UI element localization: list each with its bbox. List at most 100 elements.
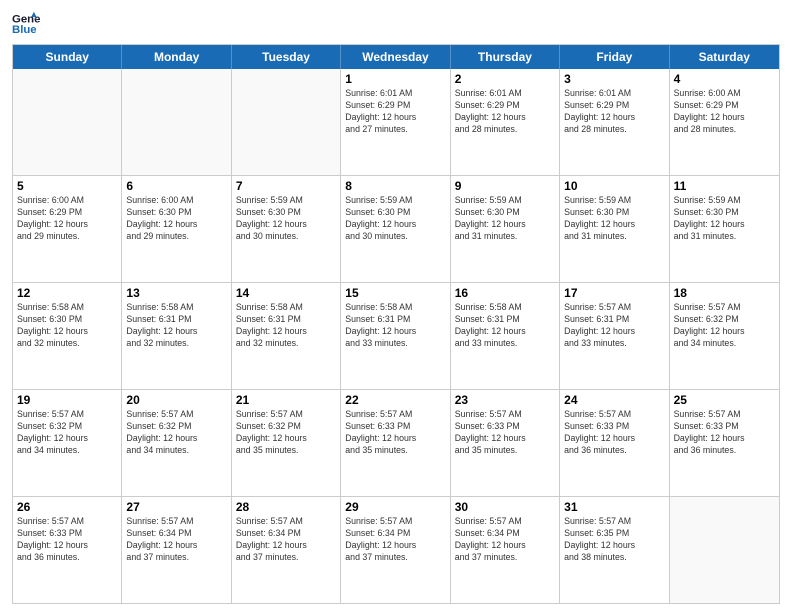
weekday-header-wednesday: Wednesday [341, 45, 450, 69]
calendar-cell: 19 Sunrise: 5:57 AM Sunset: 6:32 PM Dayli… [13, 390, 122, 496]
day-info: Sunrise: 6:00 AM Sunset: 6:30 PM Dayligh… [126, 195, 226, 243]
day-number: 4 [674, 72, 775, 86]
calendar-cell: 3 Sunrise: 6:01 AM Sunset: 6:29 PM Daylig… [560, 69, 669, 175]
calendar-cell: 12Sunrise: 5:58 AM Sunset: 6:30 PM Dayli… [13, 283, 122, 389]
day-number: 28 [236, 500, 336, 514]
day-number: 30 [455, 500, 555, 514]
day-number: 14 [236, 286, 336, 300]
day-info: Sunrise: 5:59 AM Sunset: 6:30 PM Dayligh… [674, 195, 775, 243]
calendar-cell: 8 Sunrise: 5:59 AM Sunset: 6:30 PM Daylig… [341, 176, 450, 282]
logo-icon: General Blue [12, 10, 40, 38]
weekday-header-thursday: Thursday [451, 45, 560, 69]
day-number: 23 [455, 393, 555, 407]
day-info: Sunrise: 6:01 AM Sunset: 6:29 PM Dayligh… [455, 88, 555, 136]
calendar-cell: 27 Sunrise: 5:57 AM Sunset: 6:34 PM Dayli… [122, 497, 231, 603]
day-number: 22 [345, 393, 445, 407]
day-info: Sunrise: 6:01 AM Sunset: 6:29 PM Dayligh… [345, 88, 445, 136]
day-number: 25 [674, 393, 775, 407]
day-number: 1 [345, 72, 445, 86]
day-number: 18 [674, 286, 775, 300]
calendar-cell: 11Sunrise: 5:59 AM Sunset: 6:30 PM Dayli… [670, 176, 779, 282]
weekday-header-tuesday: Tuesday [232, 45, 341, 69]
day-number: 24 [564, 393, 664, 407]
day-number: 12 [17, 286, 117, 300]
day-info: Sunrise: 5:59 AM Sunset: 6:30 PM Dayligh… [455, 195, 555, 243]
calendar-cell: 25 Sunrise: 5:57 AM Sunset: 6:33 PM Dayli… [670, 390, 779, 496]
day-info: Sunrise: 5:58 AM Sunset: 6:31 PM Dayligh… [455, 302, 555, 350]
day-info: Sunrise: 6:01 AM Sunset: 6:29 PM Dayligh… [564, 88, 664, 136]
day-number: 9 [455, 179, 555, 193]
day-info: Sunrise: 5:58 AM Sunset: 6:31 PM Dayligh… [236, 302, 336, 350]
day-number: 8 [345, 179, 445, 193]
day-info: Sunrise: 5:58 AM Sunset: 6:31 PM Dayligh… [345, 302, 445, 350]
day-number: 26 [17, 500, 117, 514]
calendar-row-4: 26 Sunrise: 5:57 AM Sunset: 6:33 PM Dayli… [13, 497, 779, 603]
day-info: Sunrise: 5:57 AM Sunset: 6:31 PM Dayligh… [564, 302, 664, 350]
day-info: Sunrise: 5:57 AM Sunset: 6:34 PM Dayligh… [455, 516, 555, 564]
svg-text:Blue: Blue [12, 24, 37, 36]
day-number: 2 [455, 72, 555, 86]
day-info: Sunrise: 5:59 AM Sunset: 6:30 PM Dayligh… [345, 195, 445, 243]
day-info: Sunrise: 5:57 AM Sunset: 6:33 PM Dayligh… [17, 516, 117, 564]
day-info: Sunrise: 5:57 AM Sunset: 6:34 PM Dayligh… [236, 516, 336, 564]
day-info: Sunrise: 5:57 AM Sunset: 6:33 PM Dayligh… [345, 409, 445, 457]
calendar-cell: 20 Sunrise: 5:57 AM Sunset: 6:32 PM Dayli… [122, 390, 231, 496]
calendar-cell: 18 Sunrise: 5:57 AM Sunset: 6:32 PM Dayli… [670, 283, 779, 389]
day-info: Sunrise: 5:59 AM Sunset: 6:30 PM Dayligh… [236, 195, 336, 243]
calendar-cell: 26 Sunrise: 5:57 AM Sunset: 6:33 PM Dayli… [13, 497, 122, 603]
day-number: 15 [345, 286, 445, 300]
calendar-cell: 21 Sunrise: 5:57 AM Sunset: 6:32 PM Dayli… [232, 390, 341, 496]
calendar-cell [13, 69, 122, 175]
weekday-header-friday: Friday [560, 45, 669, 69]
calendar-row-3: 19 Sunrise: 5:57 AM Sunset: 6:32 PM Dayli… [13, 390, 779, 497]
day-number: 3 [564, 72, 664, 86]
day-info: Sunrise: 5:57 AM Sunset: 6:32 PM Dayligh… [236, 409, 336, 457]
day-number: 29 [345, 500, 445, 514]
calendar-cell: 15 Sunrise: 5:58 AM Sunset: 6:31 PM Dayli… [341, 283, 450, 389]
calendar-cell [122, 69, 231, 175]
day-number: 10 [564, 179, 664, 193]
calendar-cell: 30 Sunrise: 5:57 AM Sunset: 6:34 PM Dayli… [451, 497, 560, 603]
day-number: 19 [17, 393, 117, 407]
day-info: Sunrise: 6:00 AM Sunset: 6:29 PM Dayligh… [674, 88, 775, 136]
day-info: Sunrise: 5:57 AM Sunset: 6:32 PM Dayligh… [17, 409, 117, 457]
calendar-row-1: 5 Sunrise: 6:00 AM Sunset: 6:29 PM Daylig… [13, 176, 779, 283]
calendar-cell [670, 497, 779, 603]
day-info: Sunrise: 5:57 AM Sunset: 6:33 PM Dayligh… [674, 409, 775, 457]
day-info: Sunrise: 6:00 AM Sunset: 6:29 PM Dayligh… [17, 195, 117, 243]
calendar-cell: 24 Sunrise: 5:57 AM Sunset: 6:33 PM Dayli… [560, 390, 669, 496]
calendar-cell: 5 Sunrise: 6:00 AM Sunset: 6:29 PM Daylig… [13, 176, 122, 282]
calendar-cell: 16 Sunrise: 5:58 AM Sunset: 6:31 PM Dayli… [451, 283, 560, 389]
calendar-cell: 2 Sunrise: 6:01 AM Sunset: 6:29 PM Daylig… [451, 69, 560, 175]
day-number: 27 [126, 500, 226, 514]
weekday-header-monday: Monday [122, 45, 231, 69]
calendar-body: 1 Sunrise: 6:01 AM Sunset: 6:29 PM Daylig… [13, 69, 779, 603]
weekday-header-sunday: Sunday [13, 45, 122, 69]
calendar-cell: 23Sunrise: 5:57 AM Sunset: 6:33 PM Dayli… [451, 390, 560, 496]
calendar-cell: 9 Sunrise: 5:59 AM Sunset: 6:30 PM Daylig… [451, 176, 560, 282]
day-info: Sunrise: 5:57 AM Sunset: 6:32 PM Dayligh… [126, 409, 226, 457]
page-header: General Blue [12, 10, 780, 38]
calendar-cell: 10 Sunrise: 5:59 AM Sunset: 6:30 PM Dayli… [560, 176, 669, 282]
day-info: Sunrise: 5:57 AM Sunset: 6:33 PM Dayligh… [564, 409, 664, 457]
calendar-cell: 14 Sunrise: 5:58 AM Sunset: 6:31 PM Dayli… [232, 283, 341, 389]
calendar-cell: 29Sunrise: 5:57 AM Sunset: 6:34 PM Dayli… [341, 497, 450, 603]
day-info: Sunrise: 5:59 AM Sunset: 6:30 PM Dayligh… [564, 195, 664, 243]
day-info: Sunrise: 5:57 AM Sunset: 6:32 PM Dayligh… [674, 302, 775, 350]
day-info: Sunrise: 5:57 AM Sunset: 6:34 PM Dayligh… [126, 516, 226, 564]
day-number: 16 [455, 286, 555, 300]
calendar-cell: 13Sunrise: 5:58 AM Sunset: 6:31 PM Dayli… [122, 283, 231, 389]
calendar-row-0: 1 Sunrise: 6:01 AM Sunset: 6:29 PM Daylig… [13, 69, 779, 176]
day-number: 17 [564, 286, 664, 300]
day-number: 5 [17, 179, 117, 193]
day-number: 7 [236, 179, 336, 193]
calendar-cell: 7 Sunrise: 5:59 AM Sunset: 6:30 PM Daylig… [232, 176, 341, 282]
day-number: 20 [126, 393, 226, 407]
day-number: 21 [236, 393, 336, 407]
calendar-cell: 22 Sunrise: 5:57 AM Sunset: 6:33 PM Dayli… [341, 390, 450, 496]
calendar-cell: 28 Sunrise: 5:57 AM Sunset: 6:34 PM Dayli… [232, 497, 341, 603]
logo: General Blue [12, 10, 40, 38]
day-info: Sunrise: 5:57 AM Sunset: 6:35 PM Dayligh… [564, 516, 664, 564]
day-number: 13 [126, 286, 226, 300]
calendar-cell [232, 69, 341, 175]
